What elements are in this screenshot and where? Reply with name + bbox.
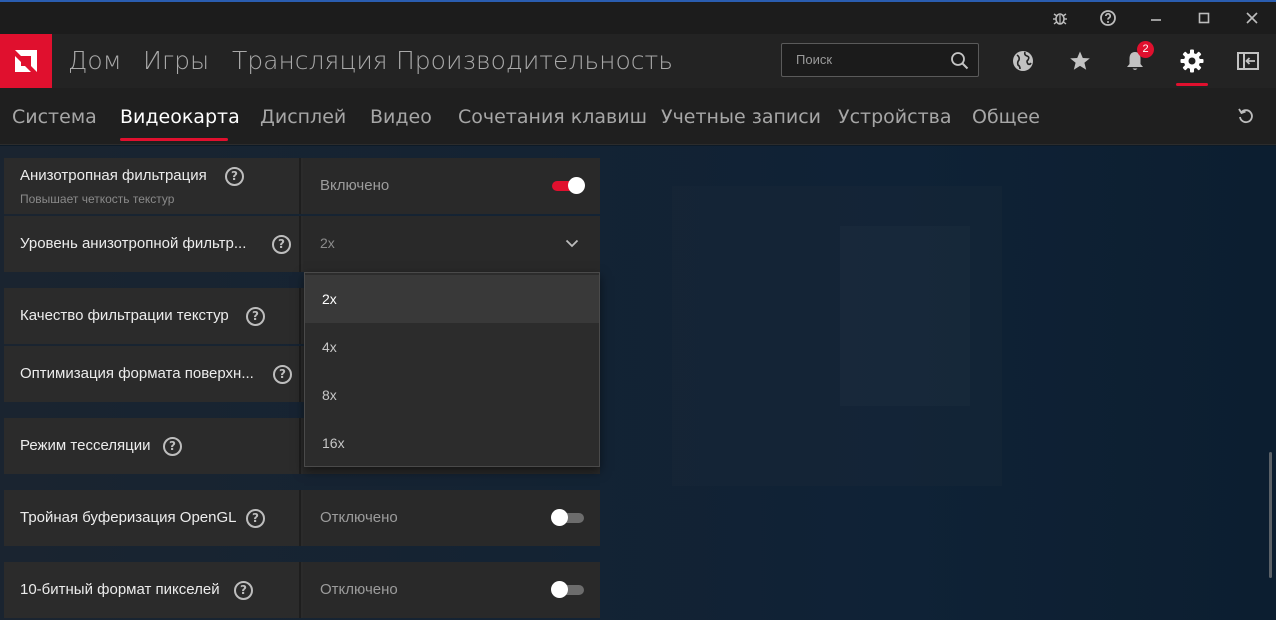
setting-row-anisotropic-level: Уровень анизотропной фильтр... ? 2x bbox=[4, 216, 600, 272]
setting-value: Отключено bbox=[320, 581, 398, 598]
tab-hotkeys[interactable]: Сочетания клавиш bbox=[458, 88, 647, 145]
setting-label: Качество фильтрации текстур bbox=[20, 307, 229, 324]
setting-row-opengl-triple-buffering: Тройная буферизация OpenGL ? Отключено bbox=[4, 490, 600, 546]
dropdown-option-16x[interactable]: 16x bbox=[305, 419, 599, 467]
close-icon[interactable] bbox=[1232, 2, 1272, 34]
star-icon[interactable] bbox=[1060, 34, 1100, 88]
settings-tabs: Система Видеокарта Дисплей Видео Сочетан… bbox=[0, 88, 1276, 145]
scrollbar[interactable] bbox=[1269, 452, 1272, 578]
dropdown-option-2x[interactable]: 2x bbox=[305, 275, 599, 323]
nav-performance[interactable]: Производительность bbox=[396, 34, 673, 88]
tab-display[interactable]: Дисплей bbox=[260, 88, 346, 145]
nav-games[interactable]: Игры bbox=[143, 34, 209, 88]
setting-label: Режим тесселяции bbox=[20, 437, 151, 454]
help-icon[interactable]: ? bbox=[163, 437, 182, 456]
tab-accounts[interactable]: Учетные записи bbox=[661, 88, 821, 145]
dropdown-option-4x[interactable]: 4x bbox=[305, 323, 599, 371]
amd-logo[interactable] bbox=[0, 34, 52, 88]
title-bar bbox=[0, 0, 1276, 34]
setting-value: Включено bbox=[320, 177, 390, 194]
setting-label: Анизотропная фильтрация bbox=[20, 167, 207, 184]
select-value: 2x bbox=[320, 235, 335, 251]
nav-streaming[interactable]: Трансляция bbox=[232, 34, 388, 88]
overlay-toggle-icon[interactable] bbox=[1228, 34, 1268, 88]
notification-bell-icon[interactable]: 2 bbox=[1115, 34, 1155, 88]
nav-home[interactable]: Дом bbox=[68, 34, 122, 88]
help-icon[interactable]: ? bbox=[273, 365, 292, 384]
help-icon[interactable]: ? bbox=[225, 167, 244, 186]
maximize-icon[interactable] bbox=[1184, 2, 1224, 34]
minimize-icon[interactable] bbox=[1136, 2, 1176, 34]
tab-system[interactable]: Система bbox=[12, 88, 97, 145]
anisotropic-level-dropdown: 2x 4x 8x 16x bbox=[304, 272, 600, 467]
settings-active-indicator bbox=[1176, 83, 1208, 86]
search-icon[interactable] bbox=[950, 51, 969, 75]
globe-icon[interactable] bbox=[1003, 34, 1043, 88]
setting-label: Оптимизация формата поверхн... bbox=[20, 365, 254, 382]
tab-active-indicator bbox=[120, 138, 228, 141]
tab-video[interactable]: Видео bbox=[370, 88, 432, 145]
help-icon[interactable]: ? bbox=[272, 235, 291, 254]
help-icon[interactable] bbox=[1088, 2, 1128, 34]
background-image-detail bbox=[840, 226, 970, 406]
dropdown-option-8x[interactable]: 8x bbox=[305, 371, 599, 419]
setting-label: Тройная буферизация OpenGL bbox=[20, 509, 237, 526]
tab-general[interactable]: Общее bbox=[972, 88, 1040, 145]
help-icon[interactable]: ? bbox=[234, 581, 253, 600]
setting-row-anisotropic: Анизотропная фильтрация ? Повышает четко… bbox=[4, 158, 600, 214]
anisotropic-toggle[interactable] bbox=[552, 177, 585, 194]
setting-sublabel: Повышает четкость текстур bbox=[20, 192, 175, 206]
settings-gear-icon[interactable] bbox=[1172, 34, 1212, 88]
search-input[interactable] bbox=[796, 52, 946, 67]
reset-icon[interactable] bbox=[1236, 106, 1256, 131]
setting-row-10bit-pixel-format: 10-битный формат пикселей ? Отключено bbox=[4, 562, 600, 618]
tab-devices[interactable]: Устройства bbox=[838, 88, 951, 145]
notification-badge: 2 bbox=[1137, 41, 1154, 58]
bug-icon[interactable] bbox=[1040, 2, 1080, 34]
search-box[interactable] bbox=[781, 43, 979, 77]
chevron-down-icon[interactable] bbox=[564, 235, 580, 256]
opengl-triple-buffering-toggle[interactable] bbox=[551, 509, 584, 526]
help-icon[interactable]: ? bbox=[246, 307, 265, 326]
10bit-pixel-format-toggle[interactable] bbox=[551, 581, 584, 598]
setting-label: Уровень анизотропной фильтр... bbox=[20, 235, 247, 252]
setting-value: Отключено bbox=[320, 509, 398, 526]
tab-graphics[interactable]: Видеокарта bbox=[120, 88, 240, 145]
main-nav: Дом Игры Трансляция Производительность 2 bbox=[0, 34, 1276, 88]
anisotropic-level-select[interactable]: 2x bbox=[303, 216, 600, 272]
help-icon[interactable]: ? bbox=[246, 509, 265, 528]
setting-label: 10-битный формат пикселей bbox=[20, 581, 220, 598]
